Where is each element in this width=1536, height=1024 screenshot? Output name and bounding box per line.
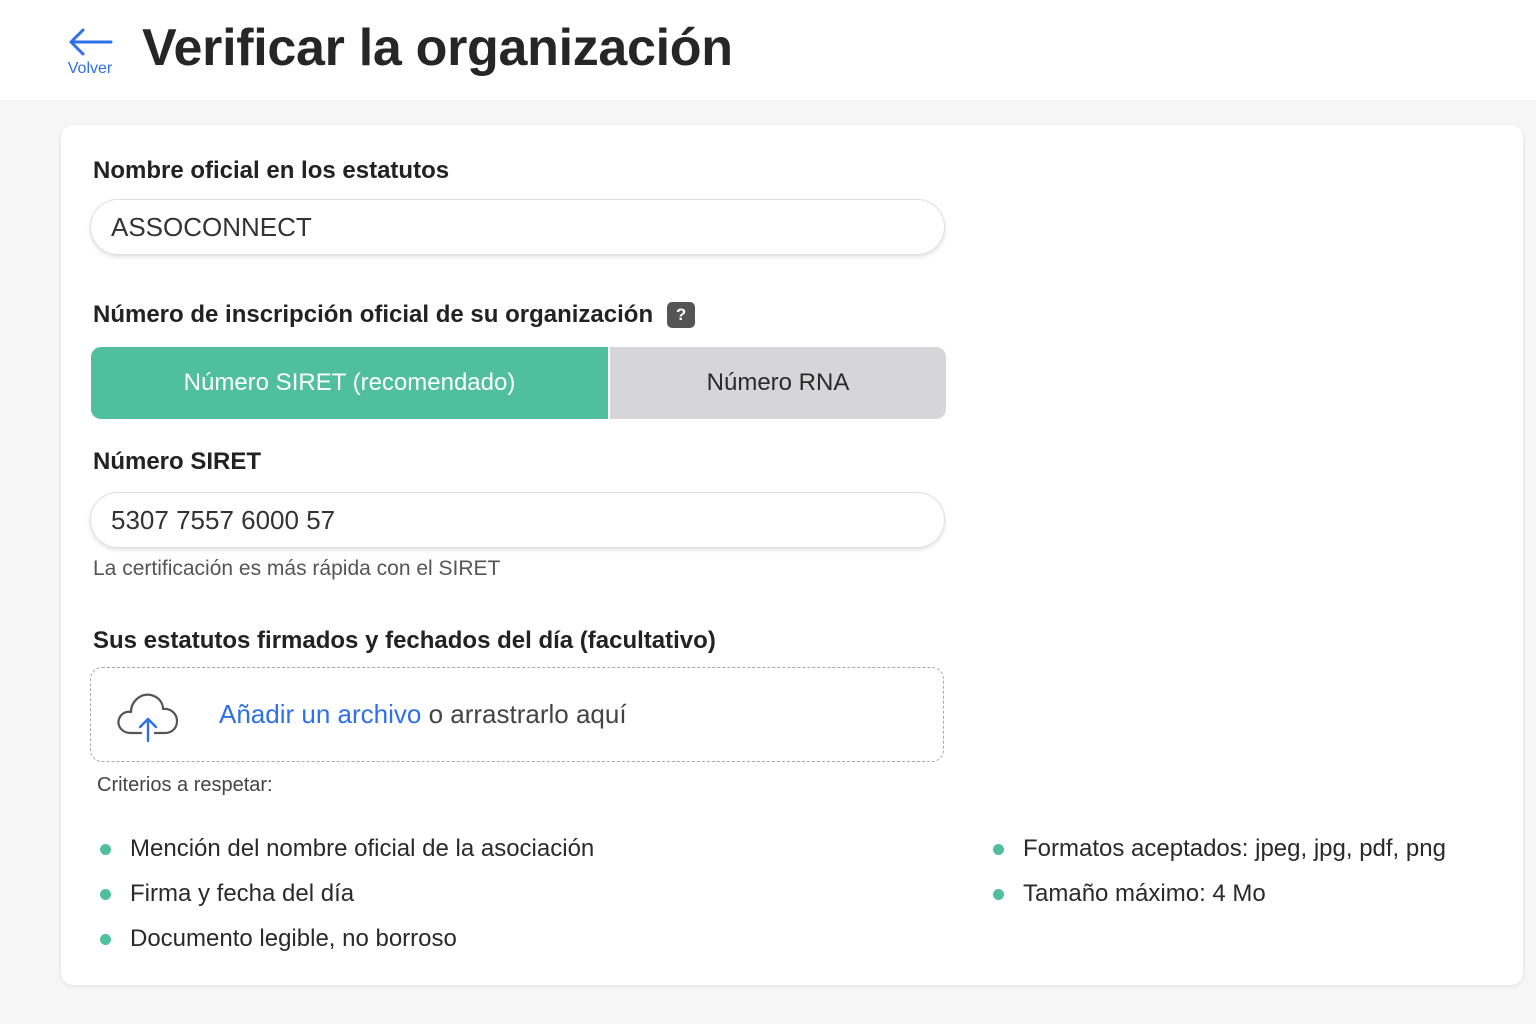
list-item: Mención del nombre oficial de la asociac… (96, 834, 594, 879)
criteria-title: Criterios a respetar: (97, 774, 273, 796)
criteria-text: Tamaño máximo: 4 Mo (1023, 880, 1266, 907)
arrow-left-icon (69, 28, 113, 56)
criteria-text: Mención del nombre oficial de la asociac… (130, 835, 595, 862)
list-item: Documento legible, no borroso (96, 924, 594, 969)
registration-number-label-text: Número de inscripción oficial de su orga… (93, 301, 654, 328)
criteria-text: Formatos aceptados: jpeg, jpg, pdf, png (1023, 835, 1446, 862)
siret-hint: La certificación es más rápida con el SI… (93, 557, 501, 580)
list-item: Firma y fecha del día (96, 879, 594, 924)
bullet-dot (100, 844, 111, 855)
back-button[interactable]: Volver (62, 26, 118, 82)
back-label: Volver (67, 60, 113, 77)
page-title: Verificar la organización (142, 19, 733, 77)
criteria-text: Documento legible, no borroso (130, 925, 457, 952)
siret-input[interactable] (90, 492, 945, 548)
add-file-link[interactable]: Añadir un archivo (219, 699, 421, 729)
statutes-label: Sus estatutos firmados y fechados del dí… (93, 627, 716, 654)
criteria-list-left: Mención del nombre oficial de la asociac… (96, 834, 594, 969)
bullet-dot (993, 844, 1004, 855)
verification-form-card: Nombre oficial en los estatutos Número d… (61, 125, 1523, 985)
criteria-text: Firma y fecha del día (130, 880, 355, 907)
cloud-upload-icon (117, 693, 179, 742)
list-item: Formatos aceptados: jpeg, jpg, pdf, png (989, 834, 1446, 879)
bullet-dot (993, 889, 1004, 900)
list-item: Tamaño máximo: 4 Mo (989, 879, 1446, 924)
siret-option-button[interactable]: Número SIRET (recomendado) (91, 347, 608, 419)
dropzone-text: Añadir un archivo o arrastrarlo aquí (219, 699, 627, 730)
criteria-list-right: Formatos aceptados: jpeg, jpg, pdf, png … (989, 834, 1446, 924)
official-name-label: Nombre oficial en los estatutos (93, 157, 450, 184)
bullet-dot (100, 934, 111, 945)
bullet-dot (100, 889, 111, 900)
siret-label: Número SIRET (93, 448, 262, 475)
official-name-input[interactable] (90, 199, 945, 255)
drag-here-text: o arrastrarlo aquí (421, 699, 627, 729)
help-icon[interactable]: ? (667, 302, 696, 328)
file-dropzone[interactable]: Añadir un archivo o arrastrarlo aquí (90, 667, 944, 762)
rna-option-button[interactable]: Número RNA (610, 347, 946, 419)
registration-number-label: Número de inscripción oficial de su orga… (93, 301, 696, 329)
page-header: Volver Verificar la organización (0, 0, 1536, 100)
registration-type-toggle: Número SIRET (recomendado) Número RNA (91, 347, 946, 419)
